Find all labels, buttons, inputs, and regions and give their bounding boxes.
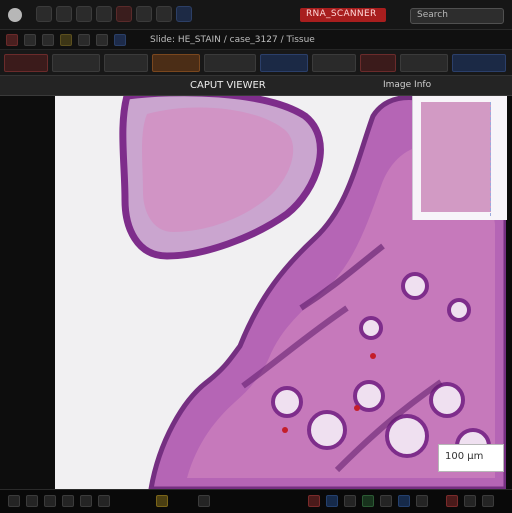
task-icon-4[interactable] <box>80 495 92 507</box>
toolbar-button-2[interactable] <box>56 6 72 22</box>
task-icon-11[interactable] <box>362 495 374 507</box>
measure-icon[interactable] <box>114 34 126 46</box>
search-box[interactable]: Search <box>410 8 504 24</box>
task-icon-3[interactable] <box>62 495 74 507</box>
tab-10[interactable] <box>452 54 506 72</box>
annotate-icon[interactable] <box>60 34 72 46</box>
task-icon-16[interactable] <box>464 495 476 507</box>
slide-path: Slide: HE_STAIN / case_3127 / Tissue <box>150 35 315 45</box>
viewer-title: CAPUT VIEWER <box>190 80 266 91</box>
tab-strip <box>0 50 512 76</box>
secondary-toolbar: Slide: HE_STAIN / case_3127 / Tissue <box>0 30 512 50</box>
toolbar-button-3[interactable] <box>76 6 92 22</box>
task-icon-12[interactable] <box>380 495 392 507</box>
save-icon[interactable] <box>42 34 54 46</box>
toolbar-button-4[interactable] <box>96 6 112 22</box>
overview-thumbnail[interactable] <box>412 96 507 220</box>
zoom-in-icon[interactable] <box>78 34 90 46</box>
tab-7[interactable] <box>312 54 356 72</box>
app-menu-icon[interactable] <box>8 8 22 22</box>
home-icon[interactable] <box>6 34 18 46</box>
toolbar-button-5[interactable] <box>116 6 132 22</box>
gland-8 <box>447 298 471 322</box>
overview-thumbnail-strip <box>490 102 501 216</box>
task-icon-14[interactable] <box>416 495 428 507</box>
task-icon-8[interactable] <box>308 495 320 507</box>
viewer-title-bar: CAPUT VIEWER Image Info <box>0 76 512 96</box>
start-icon[interactable] <box>8 495 20 507</box>
search-placeholder: Search <box>417 10 448 20</box>
task-icon-13[interactable] <box>398 495 410 507</box>
left-rail <box>0 96 56 489</box>
toolbar-button-1[interactable] <box>36 6 52 22</box>
toolbar-button-8[interactable] <box>176 6 192 22</box>
toolbar-button-7[interactable] <box>156 6 172 22</box>
task-icon-9[interactable] <box>326 495 338 507</box>
scale-bar-box: 100 µm <box>438 444 504 472</box>
zoom-out-icon[interactable] <box>96 34 108 46</box>
red-cell-2 <box>354 405 360 411</box>
top-app-bar: RNA_SCANNER Search <box>0 0 512 30</box>
task-icon-15[interactable] <box>446 495 458 507</box>
scale-bar-text: 100 µm <box>445 451 484 462</box>
open-icon[interactable] <box>24 34 36 46</box>
tab-8[interactable] <box>360 54 396 72</box>
app-title-tag: RNA_SCANNER <box>300 8 386 22</box>
red-cell-3 <box>282 427 288 433</box>
red-cell-1 <box>370 353 376 359</box>
tab-2[interactable] <box>52 54 100 72</box>
gland-1 <box>271 386 303 418</box>
task-icon-6[interactable] <box>156 495 168 507</box>
task-icon-5[interactable] <box>98 495 110 507</box>
task-icon-2[interactable] <box>44 495 56 507</box>
tab-3[interactable] <box>104 54 148 72</box>
task-icon-10[interactable] <box>344 495 356 507</box>
gland-2 <box>307 410 347 450</box>
taskbar <box>0 489 512 513</box>
overview-thumbnail-image <box>421 102 491 212</box>
task-icon-7[interactable] <box>198 495 210 507</box>
gland-7 <box>401 272 429 300</box>
tab-1[interactable] <box>4 54 48 72</box>
task-icon-1[interactable] <box>26 495 38 507</box>
app-title-text: RNA_SCANNER <box>306 9 377 19</box>
tab-6[interactable] <box>260 54 308 72</box>
task-icon-17[interactable] <box>482 495 494 507</box>
gland-3 <box>353 380 385 412</box>
toolbar-button-6[interactable] <box>136 6 152 22</box>
gland-9 <box>359 316 383 340</box>
tab-5[interactable] <box>204 54 256 72</box>
tab-9[interactable] <box>400 54 448 72</box>
viewer-right-info: Image Info <box>383 80 432 90</box>
tab-4[interactable] <box>152 54 200 72</box>
